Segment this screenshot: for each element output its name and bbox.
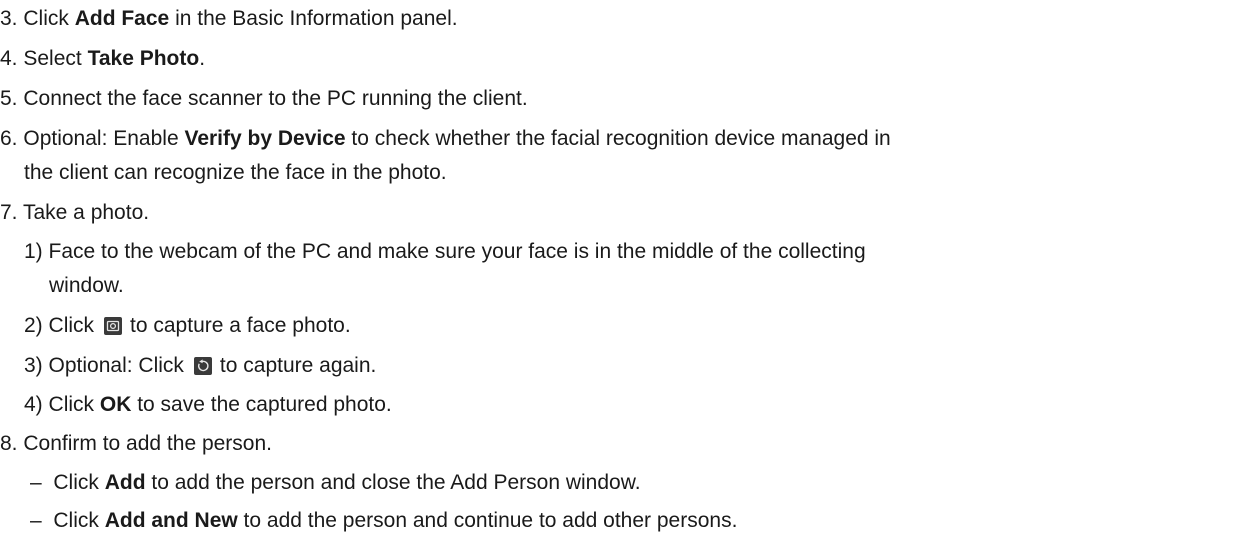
step-8: 8. Confirm to add the person. [0, 431, 272, 457]
bullet-text: to add the person and continue to add ot… [237, 509, 738, 532]
substep-text: window. [49, 274, 124, 297]
bullet-dash: – [30, 471, 42, 494]
step-text: to check whether the facial recognition … [345, 127, 891, 150]
bullet-add: – Click Add to add the person and close … [30, 470, 641, 496]
step-number: 4. [0, 47, 18, 70]
substep-text: Click [48, 393, 100, 416]
step-7: 7. Take a photo. [0, 200, 149, 226]
substep-1-continued: window. [49, 273, 124, 299]
substep-text: Face to the webcam of the PC and make su… [48, 240, 866, 263]
substep-3: 3) Optional: Click to capture again. [24, 353, 376, 379]
step-text: Select [23, 47, 88, 70]
step-number: 7. [0, 201, 18, 224]
step-5: 5. Connect the face scanner to the PC ru… [0, 86, 528, 112]
step-text: . [199, 47, 206, 70]
ui-term: Add Face [74, 7, 170, 30]
bullet-text: to add the person and close the Add Pers… [145, 471, 641, 494]
ui-term: Take Photo [87, 47, 200, 70]
substep-number: 2) [24, 314, 43, 337]
ui-term: Verify by Device [184, 127, 346, 150]
substep-text: to save the captured photo. [131, 393, 392, 416]
step-3: 3. Click Add Face in the Basic Informati… [0, 6, 458, 32]
substep-number: 3) [24, 354, 43, 377]
ui-term: OK [99, 393, 132, 416]
bullet-text: Click [53, 471, 105, 494]
ui-term: Add [104, 471, 146, 494]
substep-text: to capture again. [219, 354, 377, 377]
substep-1: 1) Face to the webcam of the PC and make… [24, 239, 866, 265]
step-text: Optional: Enable [23, 127, 185, 150]
ui-term: Add and New [104, 509, 238, 532]
substep-text: Optional: Click [48, 354, 184, 377]
step-number: 3. [0, 7, 18, 30]
step-6-continued: the client can recognize the face in the… [24, 160, 447, 186]
substep-number: 1) [24, 240, 43, 263]
step-number: 5. [0, 87, 18, 110]
bullet-add-and-new: – Click Add and New to add the person an… [30, 508, 737, 534]
camera-icon [104, 317, 123, 335]
substep-text: Click [48, 314, 95, 337]
substep-text: to capture a face photo. [130, 314, 351, 337]
step-text: Take a photo. [22, 201, 150, 224]
step-text: Confirm to add the person. [23, 432, 272, 455]
substep-number: 4) [24, 393, 43, 416]
refresh-icon [193, 357, 212, 375]
step-number: 8. [0, 432, 18, 455]
step-number: 6. [0, 127, 18, 150]
step-text: Click [23, 7, 75, 30]
substep-4: 4) Click OK to save the captured photo. [24, 392, 392, 418]
step-text: Connect the face scanner to the PC runni… [23, 87, 528, 110]
step-6: 6. Optional: Enable Verify by Device to … [0, 126, 891, 152]
step-text: the client can recognize the face in the… [24, 161, 447, 184]
substep-2: 2) Click to capture a face photo. [24, 313, 351, 339]
step-4: 4. Select Take Photo. [0, 46, 205, 72]
bullet-dash: – [30, 509, 42, 532]
bullet-text: Click [53, 509, 105, 532]
step-text: in the Basic Information panel. [169, 7, 458, 30]
